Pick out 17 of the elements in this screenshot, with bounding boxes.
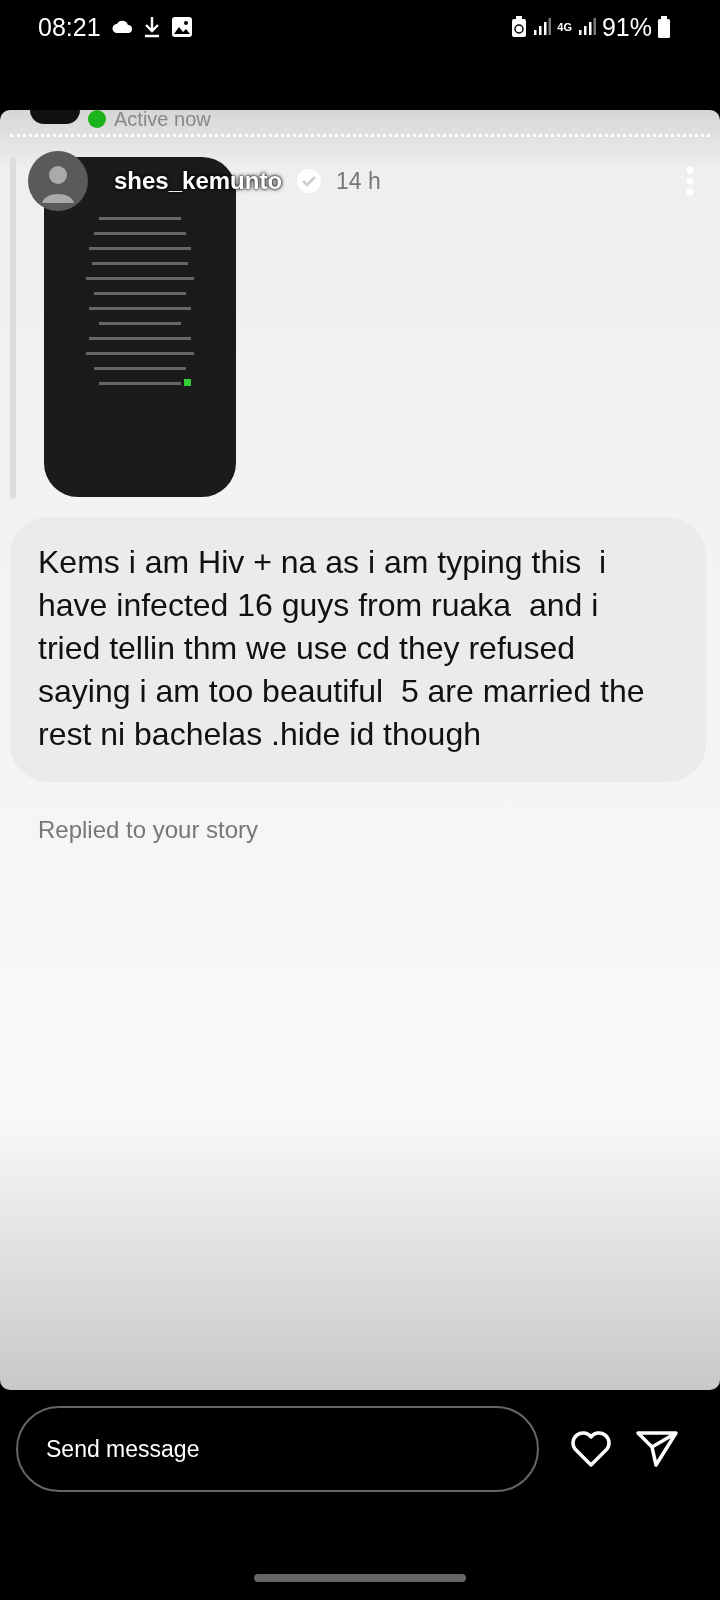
active-status: Active now bbox=[114, 110, 211, 128]
download-icon bbox=[142, 16, 161, 38]
battery-saver-icon bbox=[511, 16, 528, 38]
cloud-icon bbox=[110, 19, 133, 35]
story-age: 14 h bbox=[336, 167, 381, 195]
battery-percent: 91% bbox=[601, 12, 652, 42]
status-time: 08:21 bbox=[38, 12, 101, 42]
message-text: Kems i am Hiv + na as i am typing this i have infected 16 guys from ruaka and i tried tellin thm we use cd they refused saying i am too beautiful 5 are married the rest ni bachelas .hide id though bbox=[38, 544, 646, 752]
send-icon[interactable] bbox=[635, 1429, 679, 1469]
network-label: 4G bbox=[557, 21, 572, 33]
signal-icon bbox=[577, 18, 596, 36]
reply-note: Replied to your story bbox=[37, 815, 260, 844]
image-icon bbox=[170, 16, 193, 38]
signal-icon bbox=[533, 18, 552, 36]
heart-icon[interactable] bbox=[569, 1429, 613, 1469]
message-field[interactable]: Send message bbox=[16, 1406, 539, 1492]
battery-icon bbox=[658, 16, 670, 38]
